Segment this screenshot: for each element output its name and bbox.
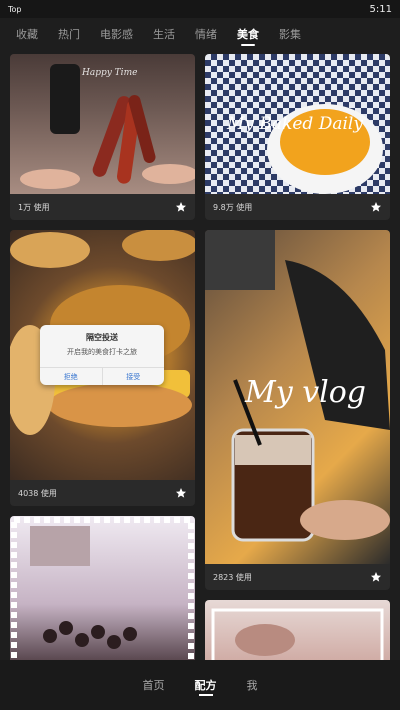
category-tabs: 收藏 热门 电影感 生活 情绪 美食 影集 xyxy=(0,18,400,50)
nav-home[interactable]: 首页 xyxy=(143,660,165,710)
tab-food[interactable]: 美食 xyxy=(227,18,269,50)
template-thumbnail: Happy Time xyxy=(10,54,195,194)
status-bar: Top 5:11 xyxy=(0,0,400,18)
card-overlay-title: My Baked Daily xyxy=(227,114,363,134)
card-overlay-title: My vlog xyxy=(245,375,367,410)
nav-recipes[interactable]: 配方 xyxy=(195,660,217,710)
template-card[interactable]: My Baked Daily 9.8万 使用 xyxy=(205,54,390,220)
star-icon[interactable] xyxy=(175,201,187,213)
card-meta: 1万 使用 xyxy=(10,194,195,220)
template-thumbnail: My Baked Daily xyxy=(205,54,390,194)
star-icon[interactable] xyxy=(175,487,187,499)
template-card[interactable]: My vlog 2823 使用 xyxy=(205,230,390,590)
dialog-message: 开启我的美食打卡之旅 xyxy=(67,348,137,356)
star-icon[interactable] xyxy=(370,571,382,583)
template-card[interactable] xyxy=(205,600,390,660)
tab-favorites[interactable]: 收藏 xyxy=(6,18,48,50)
template-thumbnail: 隔空投送 开启我的美食打卡之旅 拒绝 接受 xyxy=(10,230,195,480)
nav-me[interactable]: 我 xyxy=(247,660,258,710)
dessert-photo-icon xyxy=(211,608,384,660)
template-feed[interactable]: Happy Time 1万 使用 My Baked Daily 9.8万 使用 xyxy=(0,50,400,660)
template-card[interactable]: 隔空投送 开启我的美食打卡之旅 拒绝 接受 4038 使用 xyxy=(10,230,195,506)
dialog-buttons: 拒绝 接受 xyxy=(40,367,164,385)
accept-button[interactable]: 接受 xyxy=(101,368,165,385)
card-meta: 2823 使用 xyxy=(205,564,390,590)
status-time: 5:11 xyxy=(369,3,392,15)
status-left-text: Top xyxy=(8,4,22,14)
template-thumbnail: My vlog xyxy=(205,230,390,564)
tab-life[interactable]: 生活 xyxy=(143,18,185,50)
tab-hot[interactable]: 热门 xyxy=(48,18,90,50)
star-icon[interactable] xyxy=(370,201,382,213)
usage-count: 1万 使用 xyxy=(18,202,50,212)
airdrop-dialog: 隔空投送 开启我的美食打卡之旅 拒绝 接受 xyxy=(40,325,164,385)
usage-count: 4038 使用 xyxy=(18,488,57,498)
card-overlay-title: Happy Time xyxy=(82,68,138,78)
dessert-photo-icon xyxy=(11,517,194,660)
tab-albums[interactable]: 影集 xyxy=(269,18,311,50)
tab-mood[interactable]: 情绪 xyxy=(185,18,227,50)
template-thumbnail xyxy=(205,600,390,660)
bottom-navigation: 首页 配方 我 xyxy=(0,660,400,710)
card-meta: 9.8万 使用 xyxy=(205,194,390,220)
tab-cinematic[interactable]: 电影感 xyxy=(90,18,143,50)
usage-count: 9.8万 使用 xyxy=(213,202,253,212)
template-thumbnail xyxy=(10,516,195,660)
dialog-title: 隔空投送 xyxy=(86,333,118,342)
template-card[interactable]: Happy Time 1万 使用 xyxy=(10,54,195,220)
decline-button[interactable]: 拒绝 xyxy=(40,368,102,385)
card-meta: 4038 使用 xyxy=(10,480,195,506)
template-card[interactable] xyxy=(10,516,195,660)
usage-count: 2823 使用 xyxy=(213,572,252,582)
